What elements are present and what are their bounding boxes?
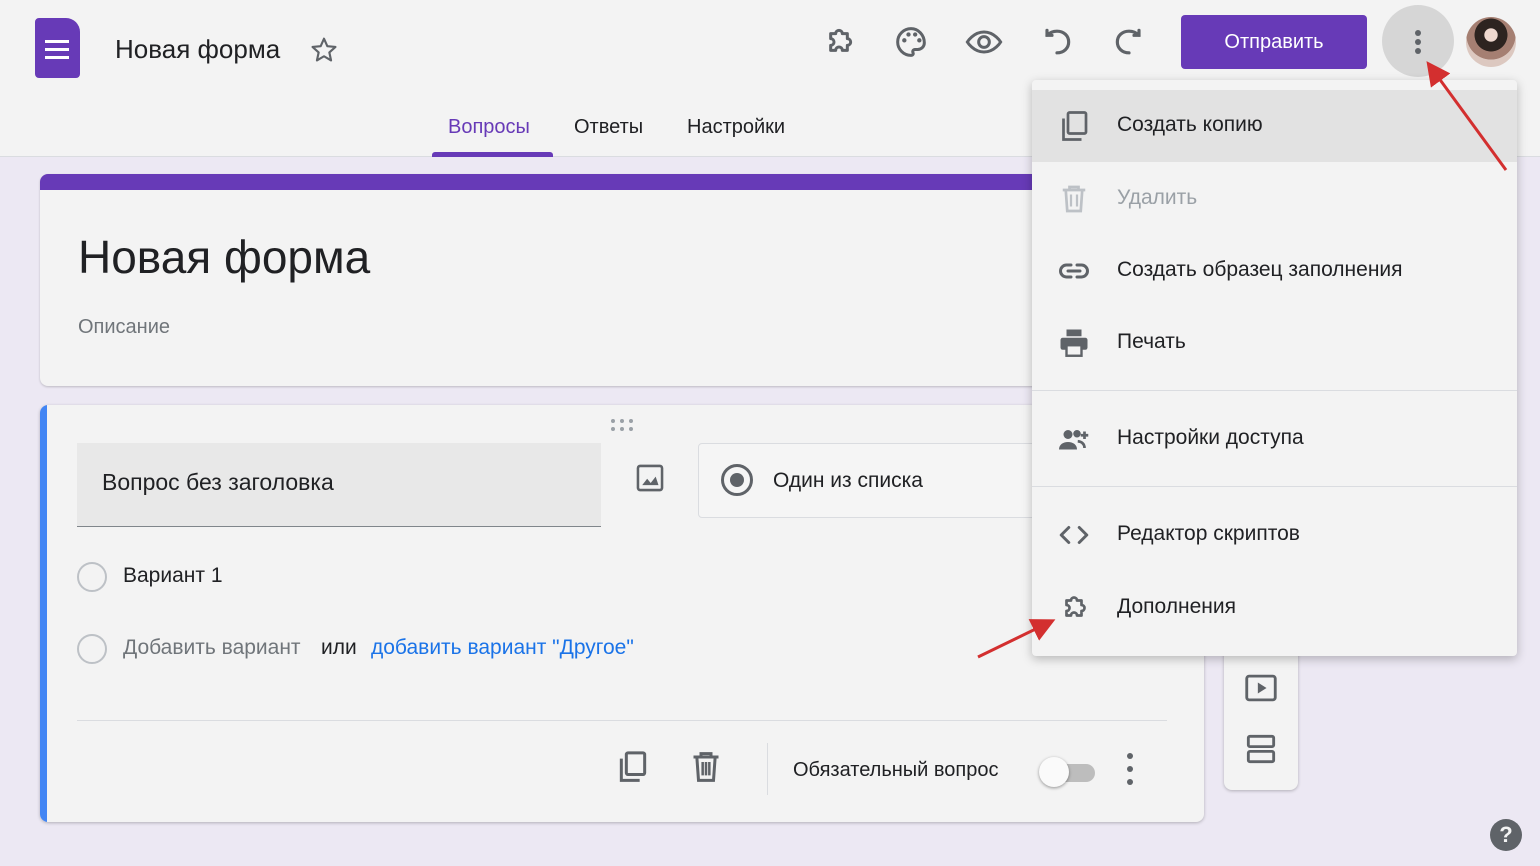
option-radio-icon [77,562,107,592]
form-header-card: Новая форма Описание [40,174,1204,386]
required-label: Обязательный вопрос [793,759,999,781]
menu-item-script-editor[interactable]: Редактор скриптов [1032,499,1517,571]
forms-logo-icon[interactable] [35,18,80,78]
question-title-input[interactable]: Вопрос без заголовка [77,443,601,527]
copy-icon [1062,111,1088,141]
tab-responses[interactable]: Ответы [574,116,643,139]
or-text: или [321,636,357,659]
preview-eye-icon[interactable] [964,22,1004,62]
send-button[interactable]: Отправить [1181,15,1367,69]
print-icon [1060,329,1088,357]
menu-item-make-copy[interactable]: Создать копию [1032,90,1517,162]
question-more-icon[interactable] [1122,753,1138,787]
add-video-icon[interactable] [1242,669,1280,707]
avatar[interactable] [1466,17,1516,67]
form-description-field[interactable]: Описание [78,316,170,339]
question-card: Вопрос без заголовка Один из списка Вари… [40,405,1204,822]
menu-item-label: Создать копию [1117,113,1263,136]
footer-separator [767,743,768,795]
more-options-button[interactable] [1382,5,1454,77]
radio-type-icon [721,464,753,496]
menu-item-label: Удалить [1117,186,1198,209]
redo-icon[interactable] [1109,22,1149,62]
undo-icon[interactable] [1037,22,1077,62]
add-image-icon[interactable] [633,461,667,495]
more-options-menu: Создать копию Удалить Создать образец за… [1032,80,1517,656]
add-section-icon[interactable] [1242,730,1280,768]
share-people-icon [1059,430,1089,450]
menu-item-label: Дополнения [1117,595,1236,618]
active-tab-indicator [432,152,553,157]
add-other-option-link[interactable]: добавить вариант "Другое" [371,636,634,660]
option-1-input[interactable]: Вариант 1 [123,564,223,588]
menu-divider [1032,486,1517,487]
addons-icon [1065,596,1086,617]
menu-item-label: Настройки доступа [1117,426,1304,449]
form-title[interactable]: Новая форма [78,230,370,284]
menu-divider [1032,390,1517,391]
menu-item-addons[interactable]: Дополнения [1032,572,1517,644]
delete-icon[interactable] [686,747,726,787]
duplicate-icon[interactable] [613,747,653,787]
question-footer-divider [77,720,1167,721]
menu-item-label: Редактор скриптов [1117,522,1300,545]
tab-settings[interactable]: Настройки [687,116,785,139]
link-icon [1059,263,1089,279]
trash-icon [1062,185,1086,213]
required-toggle[interactable] [1039,757,1095,787]
document-title[interactable]: Новая форма [115,34,280,65]
question-type-label: Один из списка [773,469,923,492]
palette-icon[interactable] [891,22,931,62]
menu-item-print[interactable]: Печать [1032,307,1517,379]
menu-item-label: Создать образец заполнения [1117,258,1403,281]
menu-item-sharing[interactable]: Настройки доступа [1032,403,1517,475]
code-icon [1059,526,1089,544]
menu-item-delete: Удалить [1032,163,1517,235]
help-button[interactable]: ? [1490,819,1522,851]
tab-questions[interactable]: Вопросы [448,116,530,139]
active-question-accent [40,405,47,822]
star-icon[interactable] [308,34,340,66]
addons-icon[interactable] [819,22,859,62]
menu-item-prefilled-link[interactable]: Создать образец заполнения [1032,235,1517,307]
add-option-radio-icon [77,634,107,664]
add-option-link[interactable]: Добавить вариант [123,636,301,660]
drag-handle-icon[interactable] [611,419,635,431]
menu-item-label: Печать [1117,330,1186,353]
